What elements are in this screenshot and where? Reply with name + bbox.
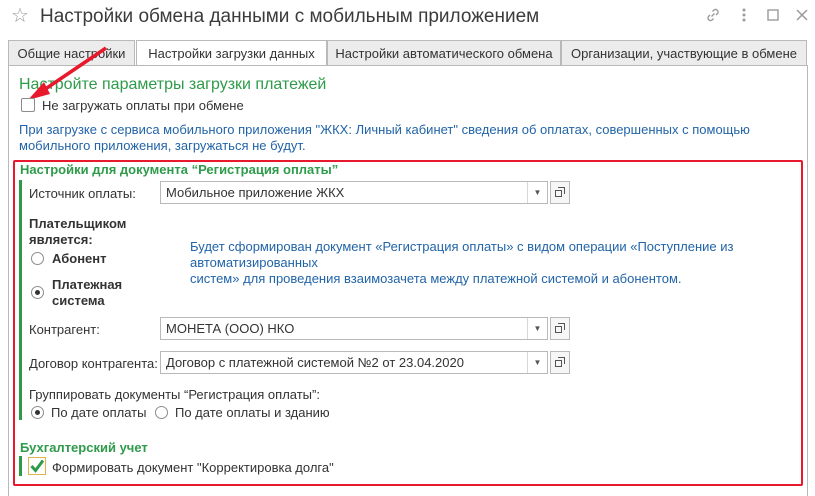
chevron-down-icon[interactable]: ▼: [527, 182, 547, 203]
source-label: Источник оплаты:: [29, 186, 136, 201]
source-value: Мобильное приложение ЖКХ: [166, 185, 345, 200]
maximize-icon[interactable]: [763, 7, 783, 27]
source-select[interactable]: Мобильное приложение ЖКХ ▼: [160, 181, 548, 204]
counterparty-select[interactable]: МОНЕТА (ООО) НКО ▼: [160, 317, 548, 340]
payer-label-line1: Плательщиком: [29, 216, 127, 231]
window-title: Настройки обмена данными с мобильным при…: [40, 6, 540, 27]
open-icon[interactable]: [550, 351, 570, 374]
group-radio-by-date[interactable]: [31, 406, 44, 419]
accounting-heading: Бухгалтерский учет: [20, 440, 148, 455]
link-icon[interactable]: [703, 7, 723, 27]
payer-label-line2: является:: [29, 232, 93, 247]
checkmark-icon: [30, 459, 45, 473]
group-option-by-date-building: По дате оплаты и зданию: [175, 405, 330, 420]
chevron-down-icon[interactable]: ▼: [527, 318, 547, 339]
group-label: Группировать документы “Регистрация опла…: [29, 387, 320, 402]
payer-radio-subscriber[interactable]: [31, 252, 44, 265]
payer-option-payment-system-line2: система: [52, 293, 105, 308]
tab-auto-exchange[interactable]: Настройки автоматического обмена: [327, 40, 561, 66]
contract-value: Договор с платежной системой №2 от 23.04…: [166, 355, 464, 370]
counterparty-label: Контрагент:: [29, 322, 100, 337]
contract-select[interactable]: Договор с платежной системой №2 от 23.04…: [160, 351, 548, 374]
tab-data-loading[interactable]: Настройки загрузки данных: [136, 40, 327, 67]
payer-option-subscriber: Абонент: [52, 251, 107, 266]
group-option-by-date: По дате оплаты: [51, 405, 147, 420]
counterparty-value: МОНЕТА (ООО) НКО: [166, 321, 295, 336]
close-icon[interactable]: [792, 7, 812, 27]
open-icon[interactable]: [550, 317, 570, 340]
payer-option-payment-system-line1: Платежная: [52, 277, 123, 292]
group-bar: [19, 456, 22, 476]
group-radio-by-date-building[interactable]: [155, 406, 168, 419]
info-text-line2: мобильного приложения, загружаться не бу…: [19, 138, 306, 153]
payer-radio-payment-system[interactable]: [31, 286, 44, 299]
info-text-line1: При загрузке с сервиса мобильного прилож…: [19, 122, 750, 137]
no-load-payments-label: Не загружать оплаты при обмене: [42, 98, 244, 113]
debt-adjustment-label: Формировать документ "Корректировка долг…: [52, 460, 334, 475]
chevron-down-icon[interactable]: ▼: [527, 352, 547, 373]
more-vertical-icon[interactable]: [734, 7, 754, 27]
contract-label: Договор контрагента:: [29, 356, 158, 371]
doc-settings-heading: Настройки для документа “Регистрация опл…: [20, 162, 339, 177]
title-bar: ☆ Настройки обмена данными с мобильным п…: [0, 0, 815, 34]
red-arrow-icon: [28, 46, 107, 100]
group-bar: [19, 180, 22, 420]
payer-info-line3: систем» для проведения взаимозачета межд…: [190, 271, 682, 286]
star-icon[interactable]: ☆: [11, 6, 29, 26]
debt-adjustment-checkbox[interactable]: [28, 457, 46, 475]
no-load-payments-checkbox[interactable]: [21, 98, 35, 112]
payer-info-line1: Будет сформирован документ «Регистрация …: [190, 239, 734, 254]
payer-info-line2: автоматизированных: [190, 255, 318, 270]
open-icon[interactable]: [550, 181, 570, 204]
tab-organizations[interactable]: Организации, участвующие в обмене: [561, 40, 807, 66]
